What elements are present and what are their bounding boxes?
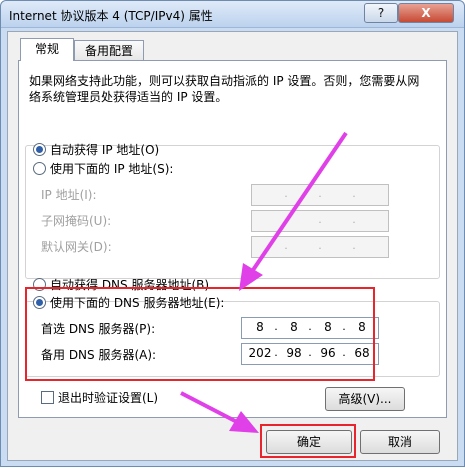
ip-address-label: IP 地址(I): — [41, 188, 97, 202]
radio-unchecked-icon — [33, 162, 46, 175]
default-gateway-label: 默认网关(D): — [41, 240, 112, 254]
auto-ip-label: 自动获得 IP 地址(O) — [50, 143, 160, 157]
auto-ip-radio[interactable]: 自动获得 IP 地址(O) — [33, 141, 159, 158]
validate-label: 退出时验证设置(L) — [58, 391, 159, 405]
cancel-button[interactable]: 取消 — [360, 430, 440, 454]
tab-alternate-config[interactable]: 备用配置 — [74, 40, 144, 61]
title-bar: Internet 协议版本 4 (TCP/IPv4) 属性 ? X — [1, 1, 464, 28]
advanced-button[interactable]: 高级(V)... — [325, 387, 405, 411]
tab-general[interactable]: 常规 — [20, 38, 74, 61]
close-button[interactable]: X — [398, 3, 454, 23]
subnet-mask-field[interactable]: ... — [251, 210, 389, 232]
dialog-client-area: 常规 备用配置 如果网络支持此功能，则可以获取自动指派的 IP 设置。否则，您需… — [7, 31, 458, 461]
general-panel: 如果网络支持此功能，则可以获取自动指派的 IP 设置。否则，您需要从网络系统管理… — [18, 60, 447, 418]
manual-ip-label: 使用下面的 IP 地址(S): — [50, 162, 174, 176]
manual-ip-radio[interactable]: 使用下面的 IP 地址(S): — [33, 160, 178, 177]
window-title: Internet 协议版本 4 (TCP/IPv4) 属性 — [9, 9, 213, 23]
ok-highlight-box — [260, 424, 356, 458]
dialog-window: Internet 协议版本 4 (TCP/IPv4) 属性 ? X 常规 备用配… — [0, 0, 465, 467]
default-gateway-field[interactable]: ... — [251, 236, 389, 258]
dns-highlight-box — [25, 287, 375, 381]
checkbox-icon — [41, 391, 54, 404]
radio-checked-icon — [33, 143, 46, 156]
subnet-mask-label: 子网掩码(U): — [41, 214, 112, 228]
description-text: 如果网络支持此功能，则可以获取自动指派的 IP 设置。否则，您需要从网络系统管理… — [29, 74, 420, 104]
help-button[interactable]: ? — [364, 3, 398, 23]
ip-address-field[interactable]: ... — [251, 184, 389, 206]
validate-checkbox[interactable]: 退出时验证设置(L) — [41, 389, 158, 406]
